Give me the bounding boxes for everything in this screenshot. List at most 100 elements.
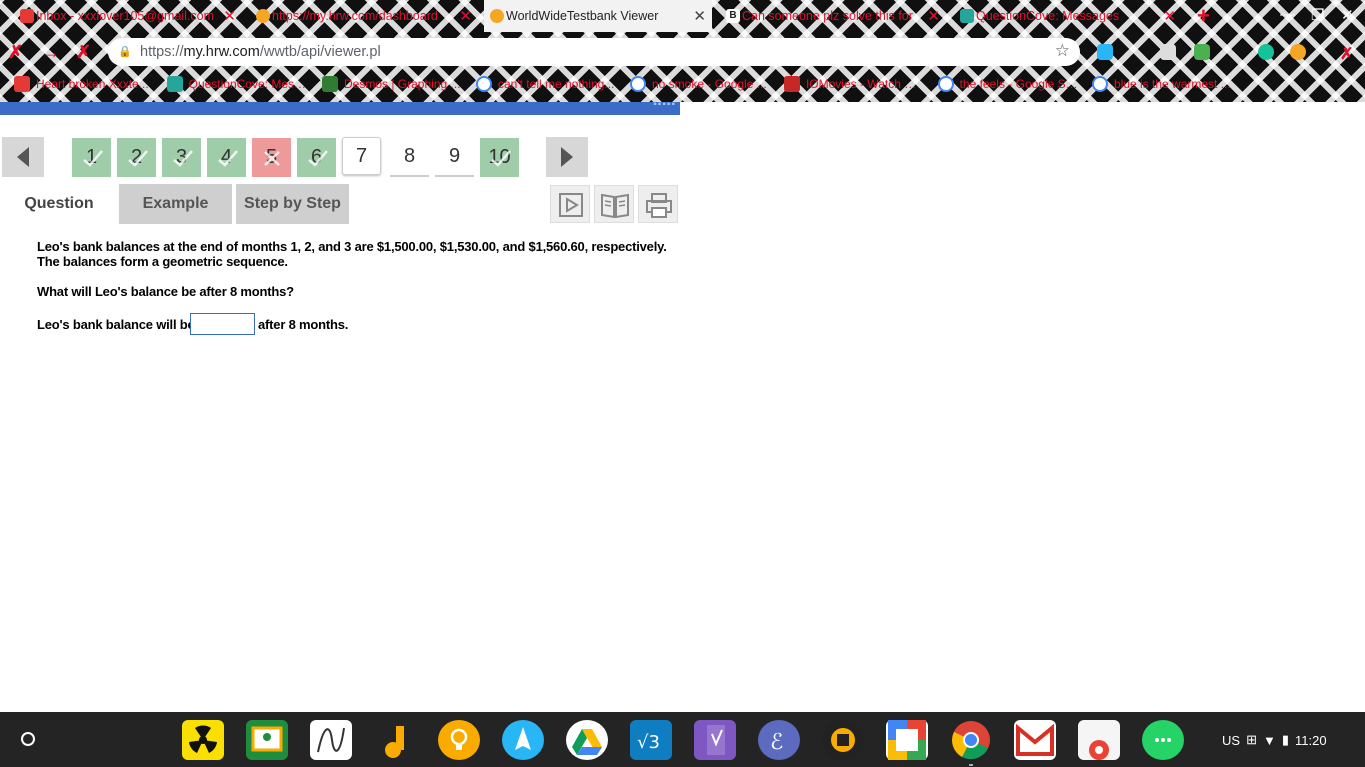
e-app-icon[interactable]: ℰ [758,720,800,760]
brainly-favicon-icon: B [726,9,740,23]
notebook-app-icon[interactable] [694,720,736,760]
problem-question: What will Leo's balance be after 8 month… [37,284,294,299]
question-number: 4 [220,146,233,168]
question-button-7[interactable]: 7 [342,137,381,175]
close-tab-icon[interactable]: ✕ [693,7,706,25]
slides-app-icon[interactable] [1078,720,1120,760]
keyboard-language: US [1222,732,1241,748]
question-button-8[interactable]: 8 [390,138,429,177]
question-number: 5 [265,146,278,168]
browser-tab-gmail[interactable]: Inbox - xxxlover105@gmail.com ✕ [14,0,242,32]
question-button-5[interactable]: 5 [252,138,291,177]
question-number: 10 [488,146,511,168]
browser-tab-dashboard[interactable]: https://my.hrw.com/dashboard ✕ [250,0,478,32]
close-tab-icon[interactable]: ✕ [1163,7,1176,25]
question-button-2[interactable]: 2 [117,138,156,177]
question-number: 7 [355,144,368,167]
lock-icon: 🔒 [118,46,132,58]
bookmark-item[interactable]: Heart broken Xxxte... [14,74,154,94]
bookmark-item[interactable]: the feels - Google Se... [938,74,1078,94]
radiation-app-icon[interactable] [182,720,224,760]
bookmark-star-icon[interactable]: ☆ [1055,41,1070,61]
bookmark-item[interactable]: Desmos | Graphing ... [322,74,462,94]
forward-icon[interactable]: → [42,42,60,63]
bookmark-item[interactable]: no smoke - Google ... [630,74,770,94]
google-classroom-icon[interactable] [246,720,288,760]
question-button-4[interactable]: 4 [207,138,246,177]
browser-tab-viewer[interactable]: WorldWideTestbank Viewer ✕ [484,0,712,32]
answer-input[interactable] [190,313,255,335]
menu-icon[interactable]: ✗ [1340,44,1356,63]
chrome-icon[interactable] [950,720,992,766]
previous-question-button[interactable] [2,137,44,177]
answer-suffix-text: after 8 months. [258,317,349,332]
v3-app-icon[interactable]: √3 [630,720,672,760]
tab-title: Inbox - xxxlover105@gmail.com [36,9,215,23]
tab-title: WorldWideTestbank Viewer [506,9,659,23]
chat-app-icon[interactable] [1142,720,1184,760]
profile-avatar-icon[interactable] [1290,44,1306,60]
browser-tab-brainly[interactable]: B Can someone plz solve this for ✕ [720,0,946,32]
vector-app-icon[interactable] [502,720,544,760]
bookmarks-bar: Heart broken Xxxte... QuestionCove: Mess… [0,72,1365,96]
maximize-icon[interactable]: ❐ [1311,6,1324,24]
gmail-icon[interactable] [1014,720,1056,760]
extension-icon[interactable] [1194,44,1210,60]
hrw-favicon-icon [490,9,504,23]
extension-icon[interactable] [1097,44,1113,60]
input-method-icon: ⊞ [1246,732,1257,747]
google-icon [1092,76,1108,92]
question-number: 3 [175,146,188,168]
extension-icon[interactable] [1160,44,1176,60]
close-window-icon[interactable]: ✕ [1341,6,1354,24]
clock: 11:20 [1295,732,1327,748]
system-taskbar: √3 ℰ US ⊞ ▼ ▮ 11:20 [0,712,1365,767]
video-play-icon[interactable] [550,185,590,223]
open-book-icon[interactable] [594,185,634,223]
tab-question[interactable]: Question [16,184,102,224]
browser-chrome: Inbox - xxxlover105@gmail.com ✕ https://… [0,0,1365,102]
google-drive-icon[interactable] [566,720,608,760]
question-button-1[interactable]: 1 [72,138,111,177]
question-button-3[interactable]: 3 [162,138,201,177]
bookmark-item[interactable]: QuestionCove: Mess... [167,74,307,94]
battery-icon: ▮ [1281,732,1289,747]
print-icon[interactable] [638,185,678,223]
question-button-6[interactable]: 6 [297,138,336,177]
url-text[interactable]: https://my.hrw.com/wwtb/api/viewer.pl [140,44,381,60]
google-icon [938,76,954,92]
bookmark-label: Desmos | Graphing ... [344,77,461,91]
settings-app-icon[interactable] [822,720,864,760]
bookmark-label: blue is the warmest ... [1114,77,1231,91]
youtube-icon [14,76,30,92]
reload-icon[interactable]: ✗ [76,42,91,63]
browser-tab-questioncove[interactable]: QuestionCove: Messages ✕ [954,0,1182,32]
google-keep-icon[interactable] [438,720,480,760]
tab-example[interactable]: Example [119,184,232,224]
minimize-icon[interactable]: — [1280,6,1295,23]
bookmark-item[interactable]: can't tell me nothing... [476,74,616,94]
bookmark-item[interactable]: blue is the warmest ... [1092,74,1232,94]
close-tab-icon[interactable]: ✕ [223,7,236,25]
music-app-icon[interactable] [374,720,416,760]
tab-step-by-step[interactable]: Step by Step [236,184,349,224]
bookmark-item[interactable]: IOMovies - Watch M... [784,74,924,94]
gallery-app-icon[interactable] [886,720,928,760]
question-button-10[interactable]: 10 [480,138,519,177]
system-tray[interactable]: US ⊞ ▼ ▮ 11:20 [1222,728,1362,752]
next-question-button[interactable] [546,137,588,177]
grammarly-icon[interactable] [1258,44,1274,60]
svg-text:√3: √3 [637,732,660,753]
graph-app-icon[interactable] [310,720,352,760]
back-icon[interactable]: ✗ [8,42,23,63]
launcher-button[interactable] [8,719,48,759]
tab-strip: Inbox - xxxlover105@gmail.com ✕ https://… [0,0,1365,32]
question-button-9[interactable]: 9 [435,138,474,177]
header-bar: ▪▪▪▪▪ [0,99,680,115]
new-tab-button[interactable]: + [1197,3,1210,29]
address-bar[interactable]: 🔒 https://my.hrw.com/wwtb/api/viewer.pl … [108,38,1080,66]
close-tab-icon[interactable]: ✕ [459,7,472,25]
bookmark-label: the feels - Google Se... [959,77,1078,91]
close-tab-icon[interactable]: ✕ [927,7,940,25]
bookmark-label: QuestionCove: Mess... [188,77,307,91]
